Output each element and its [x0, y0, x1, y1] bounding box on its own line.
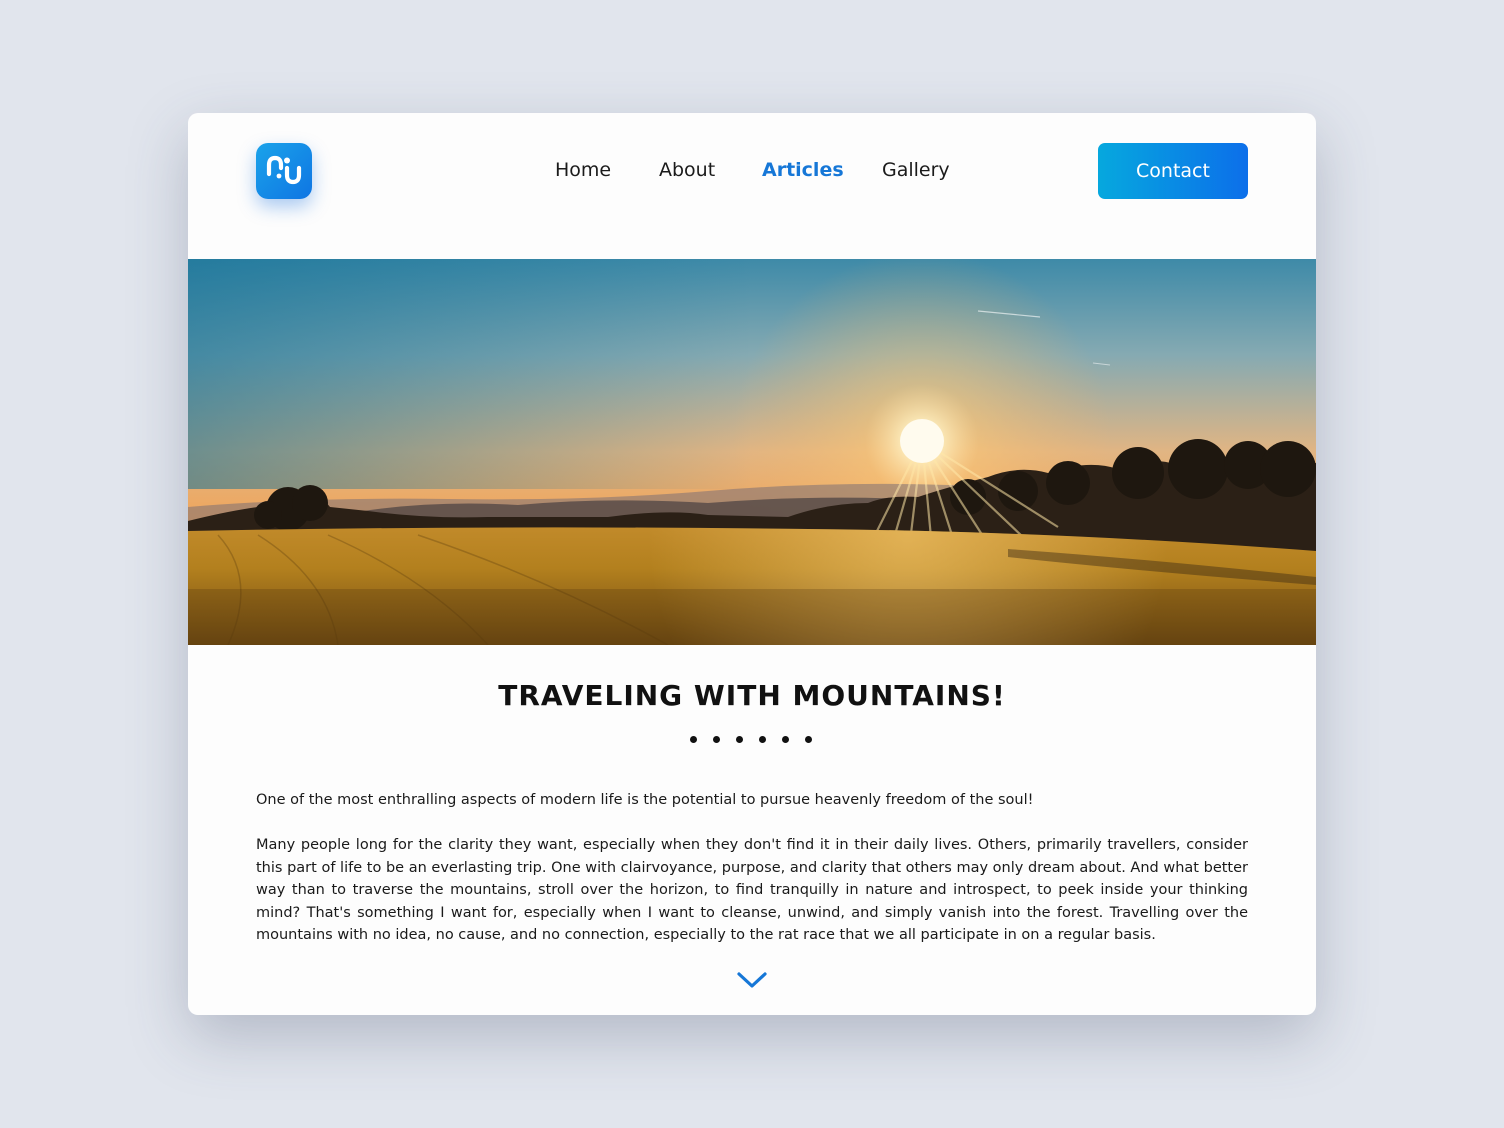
chevron-down-icon — [737, 972, 767, 988]
nav-gallery[interactable]: Gallery — [882, 159, 950, 181]
divider-dot — [782, 736, 789, 743]
divider-dot — [690, 736, 697, 743]
article-intro: One of the most enthralling aspects of m… — [256, 792, 1034, 808]
nav-articles[interactable]: Articles — [762, 159, 844, 181]
article-paragraph: Many people long for the clarity they wa… — [256, 837, 1248, 943]
logo[interactable] — [256, 143, 312, 199]
divider-dot — [736, 736, 743, 743]
scroll-down-button[interactable] — [735, 968, 769, 992]
title-divider-dots — [690, 736, 815, 746]
contact-button[interactable]: Contact — [1098, 143, 1248, 199]
page-card: Home About Articles Gallery Contact TRAV… — [188, 113, 1316, 1015]
divider-dot — [805, 736, 812, 743]
nav-home[interactable]: Home — [555, 159, 611, 181]
divider-dot — [759, 736, 766, 743]
divider-dot — [713, 736, 720, 743]
sunset-field-image — [188, 259, 1316, 645]
article-title: TRAVELING WITH MOUNTAINS! — [498, 679, 1006, 712]
nav-about[interactable]: About — [659, 159, 715, 181]
hero-image — [188, 259, 1316, 645]
stylized-waves-logo-icon — [266, 155, 302, 185]
